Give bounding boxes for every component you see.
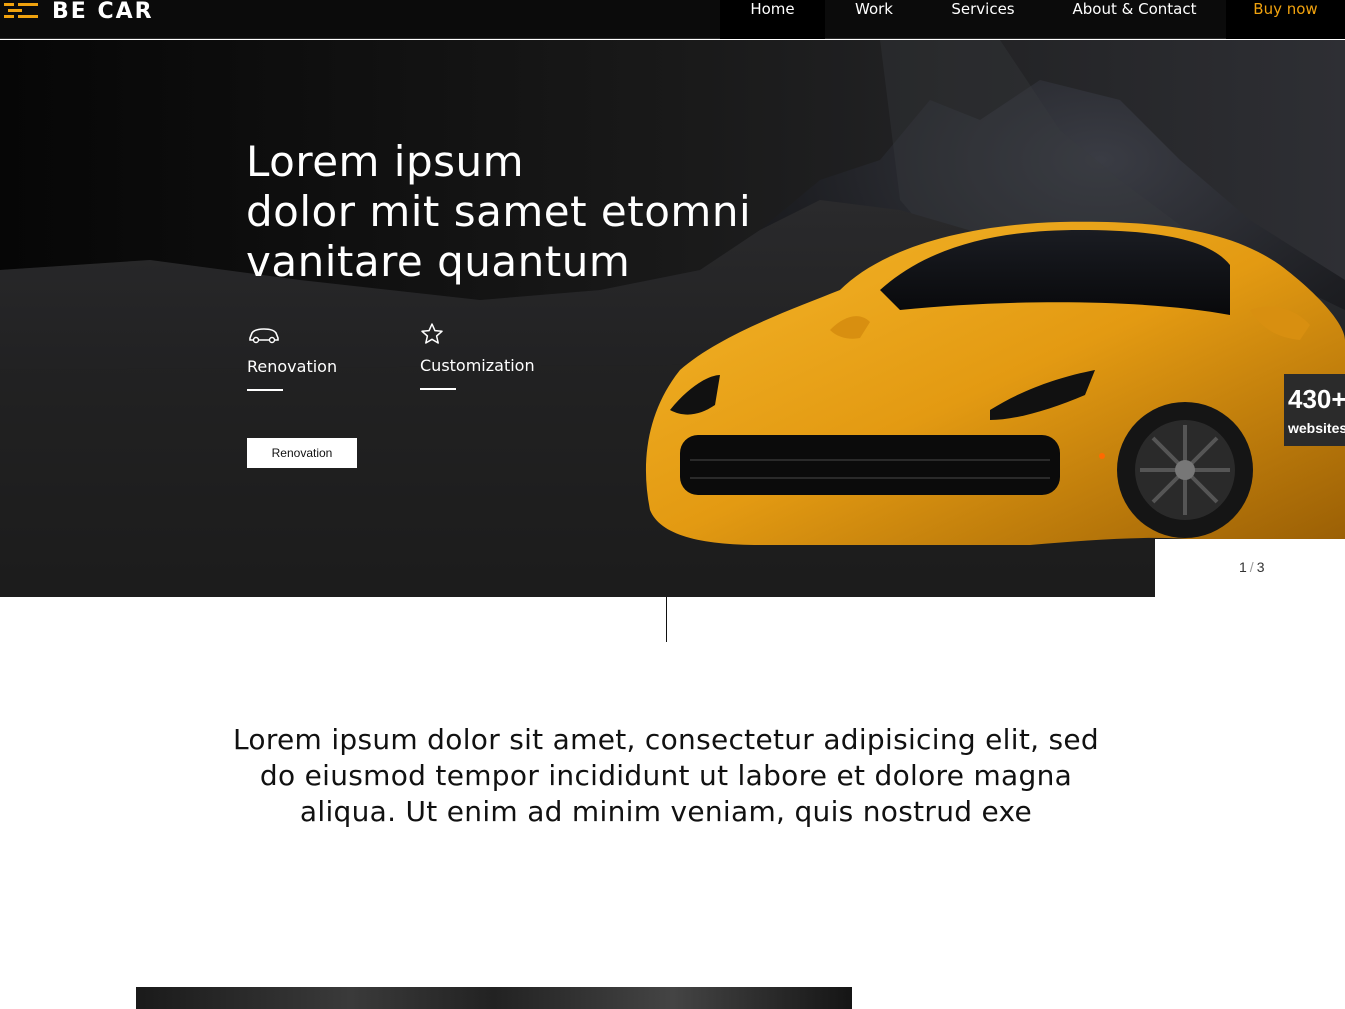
logo-mark-icon (4, 3, 38, 18)
main-nav: Home Work Services About & Contact Buy n… (720, 0, 1345, 39)
hero-title-line-2: dolor mit samet etomni (246, 187, 752, 236)
feature-renovation[interactable]: Renovation (247, 322, 337, 391)
site-header: BE CAR Home Work Services About & Contac… (0, 0, 1345, 39)
hero-title: Lorem ipsum dolor mit samet etomni vanit… (246, 137, 751, 287)
feature-customization[interactable]: Customization (420, 321, 535, 390)
renovation-button[interactable]: Renovation (247, 438, 357, 468)
nav-services[interactable]: Services (923, 0, 1043, 39)
feature-underline (247, 389, 283, 391)
slide-pager: 1/3 (1239, 559, 1264, 575)
logo-text: BE CAR (52, 0, 154, 24)
nav-work[interactable]: Work (825, 0, 923, 39)
websites-counter[interactable]: 430+ websites (1284, 374, 1345, 446)
buy-now-button[interactable]: Buy now (1226, 0, 1345, 39)
gallery-image (136, 987, 852, 1009)
feature-underline (420, 388, 456, 390)
slider-pagination: 1/3 (1155, 539, 1345, 597)
nav-home[interactable]: Home (720, 0, 825, 39)
car-icon (249, 328, 279, 344)
hero-section: Lorem ipsum dolor mit samet etomni vanit… (0, 40, 1345, 597)
intro-text: Lorem ipsum dolor sit amet, consectetur … (232, 723, 1099, 828)
feature-label: Customization (420, 356, 535, 375)
hero-title-line-3: vanitare quantum (246, 237, 631, 286)
pager-total: 3 (1256, 559, 1265, 575)
logo[interactable]: BE CAR (4, 0, 154, 26)
hero-background-image (0, 40, 1345, 597)
feature-label: Renovation (247, 357, 338, 376)
star-icon (421, 323, 443, 344)
hero-title-line-1: Lorem ipsum (246, 137, 525, 186)
counter-value: 430+ (1288, 384, 1345, 414)
pager-current: 1 (1239, 559, 1247, 575)
pager-separator: / (1249, 559, 1254, 575)
scroll-divider-line (666, 597, 667, 642)
counter-label: websites (1288, 420, 1345, 436)
nav-about-contact[interactable]: About & Contact (1043, 0, 1226, 39)
